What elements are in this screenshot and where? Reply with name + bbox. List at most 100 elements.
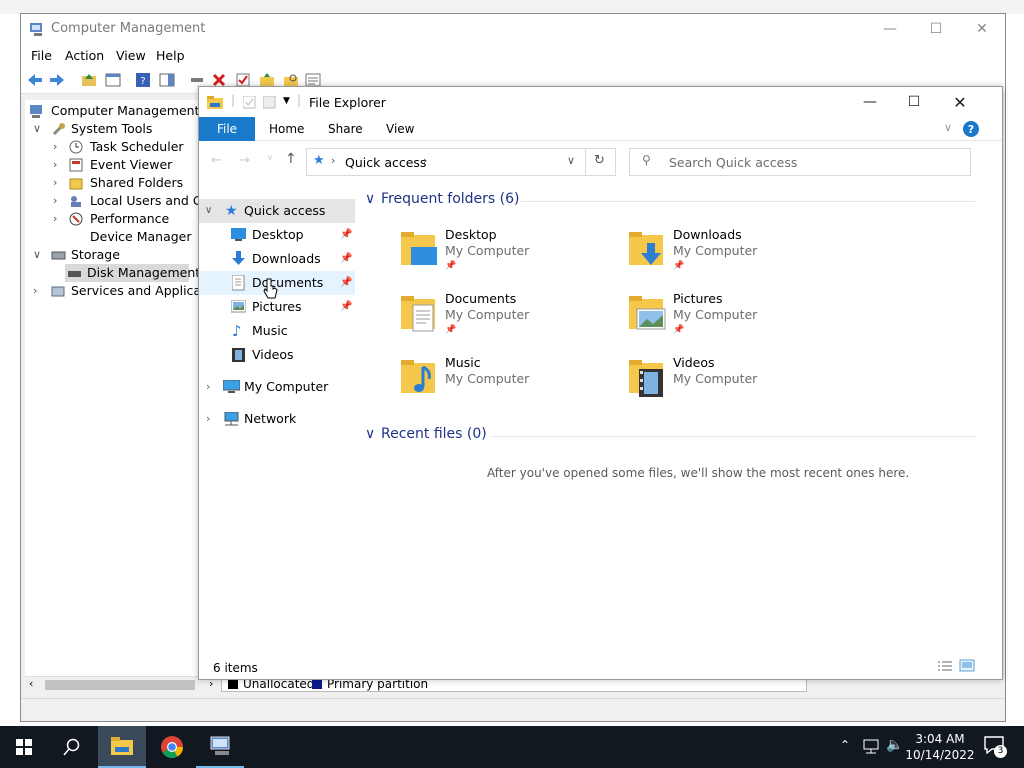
show-hidden-icons-icon[interactable]: ⌃	[840, 738, 850, 752]
tab-share[interactable]: Share	[328, 117, 363, 141]
cm-close-button[interactable]: ✕	[959, 14, 1005, 44]
tree-item-disk-management[interactable]: Disk Management	[65, 264, 200, 282]
tab-home[interactable]: Home	[269, 117, 304, 141]
folder-tile-documents[interactable]: Documents My Computer 📌	[399, 291, 619, 351]
recent-files-header[interactable]: Recent files (0)	[381, 426, 487, 442]
fe-title-bar[interactable]: | ▼ | File Explorer — ☐ ✕	[199, 87, 1002, 117]
frequent-folders-chevron-icon[interactable]: ∨	[365, 191, 375, 207]
svg-text:?: ?	[968, 123, 974, 136]
fe-close-button[interactable]: ✕	[937, 87, 983, 117]
svg-text:?: ?	[140, 76, 145, 87]
action-pane-icon[interactable]	[159, 72, 175, 88]
pin-icon: 📌	[445, 325, 457, 335]
up-folder-icon[interactable]	[81, 72, 97, 88]
chevron-right-icon[interactable]: ›	[53, 192, 65, 210]
chevron-down-icon[interactable]: ∨	[33, 246, 45, 264]
back-arrow-icon[interactable]	[27, 72, 43, 88]
nav-item-network[interactable]: › Network	[199, 407, 355, 431]
refresh-button[interactable]: ↻	[586, 148, 616, 176]
network-status-icon[interactable]	[862, 739, 880, 755]
computer-management-icon	[30, 23, 42, 36]
menu-action[interactable]: Action	[65, 48, 104, 63]
recent-locations-icon[interactable]: ∨	[267, 153, 273, 162]
address-bar[interactable]: ★ › Quick access › ∨	[306, 148, 586, 176]
menu-file[interactable]: File	[31, 48, 52, 63]
tab-view[interactable]: View	[386, 117, 414, 141]
tab-file[interactable]: File	[199, 117, 255, 141]
folder-tile-desktop[interactable]: Desktop My Computer 📌	[399, 227, 619, 287]
ribbon-expand-icon[interactable]: ∨	[944, 121, 952, 134]
menu-view[interactable]: View	[116, 48, 146, 63]
cm-tree-horizontal-scrollbar[interactable]: ‹ ›	[25, 676, 221, 692]
chevron-right-icon[interactable]: ›	[206, 407, 210, 431]
recent-empty-message: After you've opened some files, we'll sh…	[487, 466, 910, 480]
clock-time: 3:04 AM	[915, 732, 965, 746]
new-folder-icon[interactable]	[263, 96, 276, 109]
nav-item-videos[interactable]: Videos	[199, 343, 355, 367]
help-icon[interactable]: ?	[963, 121, 979, 137]
start-button[interactable]	[0, 726, 48, 768]
nav-item-desktop[interactable]: Desktop 📌	[199, 223, 355, 247]
taskbar-chrome[interactable]	[148, 726, 196, 768]
address-dropdown-icon[interactable]: ∨	[567, 154, 575, 167]
folder-tile-music[interactable]: Music My Computer	[399, 355, 619, 415]
details-view-icon[interactable]	[937, 660, 953, 673]
nav-item-downloads[interactable]: Downloads 📌	[199, 247, 355, 271]
recent-files-chevron-icon[interactable]: ∨	[365, 426, 375, 442]
folder-tile-videos[interactable]: Videos My Computer	[627, 355, 847, 415]
documents-icon	[232, 275, 245, 291]
search-input[interactable]: ⚲ Search Quick access	[629, 148, 971, 176]
network-icon	[224, 412, 239, 426]
scroll-left-icon[interactable]: ‹	[29, 677, 33, 690]
breadcrumb-quick-access[interactable]: Quick access	[345, 155, 426, 170]
chevron-right-icon[interactable]: ›	[53, 210, 65, 228]
show-hide-tree-icon[interactable]	[105, 72, 121, 88]
pin-icon[interactable]: 📌	[340, 295, 352, 319]
taskbar-file-explorer[interactable]	[98, 726, 146, 768]
chevron-right-icon[interactable]: ›	[53, 138, 65, 156]
fe-maximize-button[interactable]: ☐	[891, 87, 937, 117]
computer-management-icon	[30, 105, 42, 118]
chevron-right-icon[interactable]: ›	[53, 174, 65, 192]
taskbar-computer-management[interactable]	[196, 726, 244, 768]
breadcrumb-chevron-icon[interactable]: ›	[423, 154, 427, 167]
chevron-right-icon[interactable]: ›	[206, 375, 210, 399]
search-button[interactable]	[48, 726, 96, 768]
chevron-right-icon[interactable]: ›	[33, 282, 45, 300]
fe-ribbon-tabs: File Home Share View ∨ ?	[199, 117, 1002, 141]
taskbar-clock[interactable]: 3:04 AM 10/14/2022	[900, 731, 980, 763]
cm-maximize-button[interactable]: ☐	[913, 14, 959, 44]
fe-navigation-bar: ← → ∨ ↑ ★ › Quick access › ∨ ↻ ⚲ Search …	[199, 145, 1002, 179]
back-arrow-icon[interactable]: ←	[211, 153, 222, 168]
help-icon[interactable]: ?	[135, 72, 151, 88]
pin-icon[interactable]: 📌	[340, 247, 352, 271]
properties-check-icon[interactable]	[243, 96, 256, 109]
nav-item-music[interactable]: ♪ Music	[199, 319, 355, 343]
scroll-thumb[interactable]	[45, 680, 195, 690]
cm-minimize-button[interactable]: —	[867, 14, 913, 44]
qat-dropdown-icon[interactable]: ▼	[283, 96, 290, 106]
users-icon	[71, 196, 81, 207]
music-folder-icon	[401, 360, 435, 393]
cm-title-bar[interactable]: Computer Management — ☐ ✕	[21, 14, 1005, 44]
forward-arrow-icon[interactable]	[49, 72, 65, 88]
action-center-button[interactable]: 3	[984, 736, 1007, 758]
folder-tile-downloads[interactable]: Downloads My Computer 📌	[627, 227, 847, 287]
folder-tile-pictures[interactable]: Pictures My Computer 📌	[627, 291, 847, 351]
up-arrow-icon[interactable]: ↑	[285, 151, 297, 167]
chevron-right-icon[interactable]: ›	[53, 156, 65, 174]
nav-item-quick-access[interactable]: ∨ ★ Quick access	[199, 199, 355, 223]
nav-item-my-computer[interactable]: › My Computer	[199, 375, 355, 399]
fe-minimize-button[interactable]: —	[847, 87, 893, 117]
chevron-down-icon[interactable]: ∨	[205, 199, 212, 223]
pin-icon[interactable]: 📌	[340, 223, 352, 247]
performance-icon	[69, 212, 83, 226]
pin-icon[interactable]: 📌	[340, 271, 352, 295]
frequent-folders-header[interactable]: Frequent folders (6)	[381, 191, 520, 207]
chevron-down-icon[interactable]: ∨	[33, 120, 45, 138]
large-icons-view-icon[interactable]	[959, 659, 975, 673]
videos-icon	[232, 348, 245, 362]
forward-arrow-icon[interactable]: →	[239, 153, 250, 168]
menu-help[interactable]: Help	[156, 48, 185, 63]
breadcrumb-chevron-icon[interactable]: ›	[331, 154, 335, 167]
